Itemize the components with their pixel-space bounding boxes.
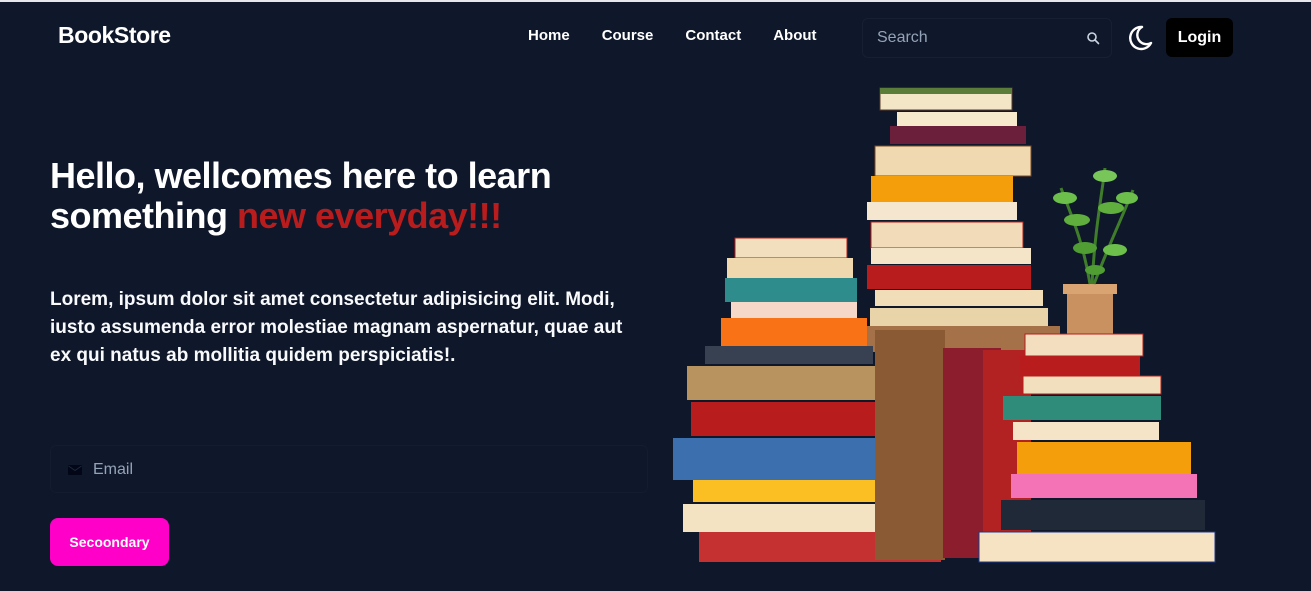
nav-link-about[interactable]: About <box>773 27 816 44</box>
moon-icon[interactable] <box>1126 24 1154 52</box>
nav-links: Home Course Contact About <box>528 27 849 44</box>
search-icon[interactable] <box>1086 31 1100 45</box>
search-input[interactable] <box>875 26 1079 50</box>
hero-title-accent: new everyday!!! <box>237 195 502 236</box>
mail-icon <box>68 465 82 475</box>
navbar: BookStore Home Course Contact About Logi… <box>0 2 1311 70</box>
email-input[interactable] <box>91 458 615 482</box>
hero-title: Hello, wellcomes here to learn something… <box>50 156 650 236</box>
secondary-button[interactable]: Secoondary <box>50 518 169 566</box>
book-stack-illustration <box>673 87 1216 563</box>
brand-logo[interactable]: BookStore <box>58 22 171 49</box>
nav-link-home[interactable]: Home <box>528 27 570 44</box>
search-box <box>862 18 1112 58</box>
email-field <box>50 445 648 493</box>
nav-link-course[interactable]: Course <box>602 27 654 44</box>
login-button[interactable]: Login <box>1166 18 1233 57</box>
hero-description: Lorem, ipsum dolor sit amet consectetur … <box>50 289 623 366</box>
nav-link-contact[interactable]: Contact <box>685 27 741 44</box>
